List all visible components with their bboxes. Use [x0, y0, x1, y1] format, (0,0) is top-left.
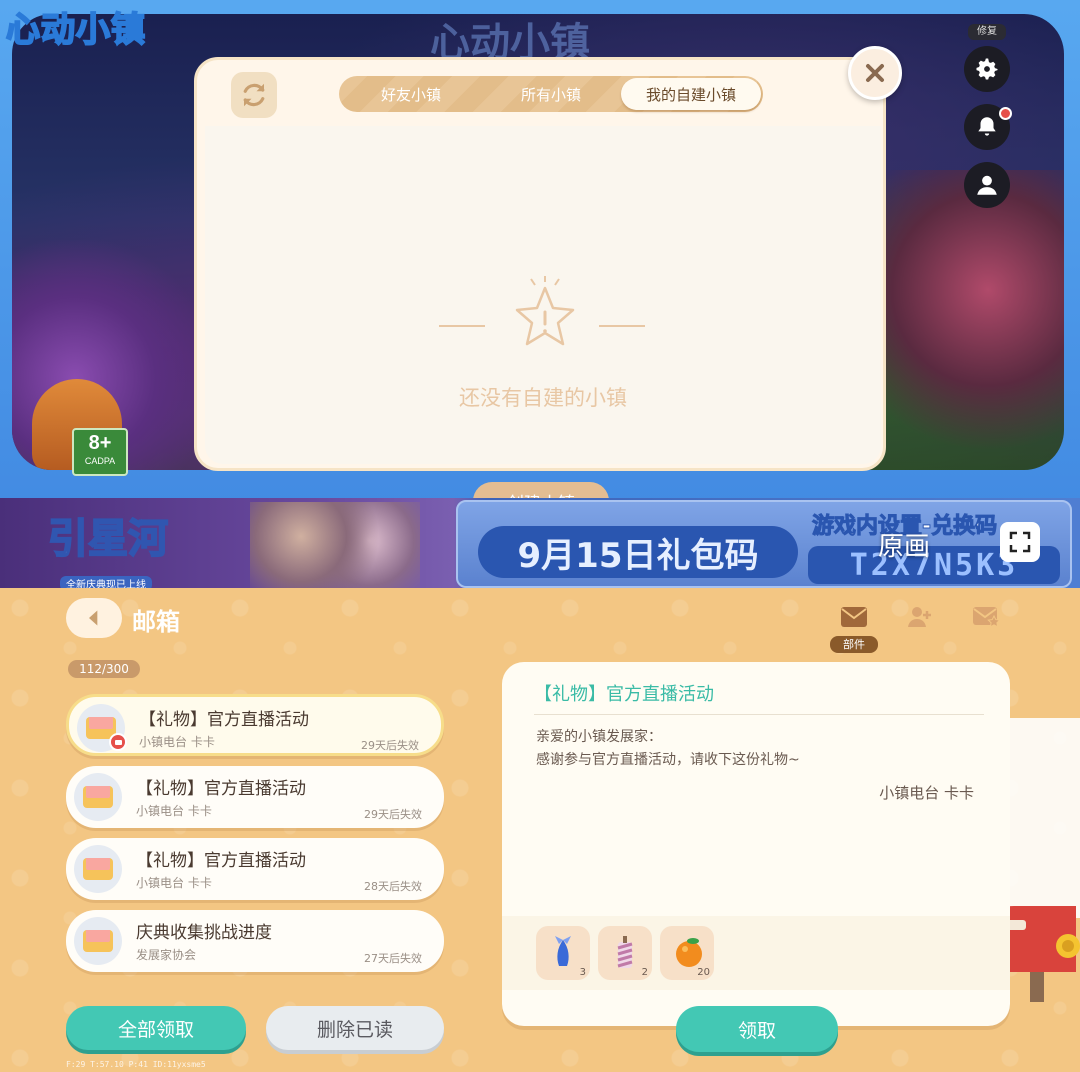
envelope-icon — [83, 858, 113, 880]
profile-button[interactable] — [964, 162, 1010, 208]
empty-star-icon — [439, 276, 645, 346]
mail-expiry: 28天后失效 — [364, 880, 422, 893]
settings-button[interactable] — [964, 46, 1010, 92]
mail-signature: 小镇电台 卡卡 — [879, 784, 974, 802]
tab-friends[interactable] — [900, 602, 940, 632]
flower-field-right — [874, 170, 1064, 470]
mail-subject: 【礼物】官方直播活动 — [139, 710, 309, 730]
mail-item[interactable]: 【礼物】官方直播活动 小镇电台 卡卡 29天后失效 — [66, 694, 444, 756]
divider — [534, 714, 984, 715]
reward-item[interactable]: 3 — [536, 926, 590, 980]
mail-subject: 【礼物】官方直播活动 — [136, 779, 306, 799]
claim-button[interactable]: 领取 — [676, 1006, 838, 1052]
claim-all-button[interactable]: 全部领取 — [66, 1006, 246, 1050]
reward-item[interactable]: 2 — [598, 926, 652, 980]
banner-logo: 引星河 — [47, 514, 169, 563]
reward-qty: 3 — [579, 967, 586, 978]
user-icon — [977, 175, 997, 195]
mail-item[interactable]: 【礼物】官方直播活动 小镇电台 卡卡 29天后失效 — [66, 766, 444, 828]
tab-all-towns[interactable]: 所有小镇 — [481, 78, 621, 110]
mail-item[interactable]: 庆典收集挑战进度 发展家协会 27天后失效 — [66, 910, 444, 972]
back-button[interactable] — [66, 598, 122, 638]
firework-icon — [617, 936, 633, 968]
town-panel: 好友小镇 所有小镇 我的自建小镇 还没有自建的小镇 创建小镇 — [194, 57, 886, 520]
mail-expiry: 29天后失效 — [361, 739, 419, 752]
page-title: 邮箱 — [132, 608, 180, 636]
envelope-icon — [83, 786, 113, 808]
delete-read-button[interactable]: 删除已读 — [266, 1006, 444, 1050]
tab-mail-label: 部件 — [830, 636, 878, 653]
mail-detail-panel: 【礼物】官方直播活动 亲爱的小镇发展家： 感谢参与官方直播活动，请收下这份礼物~… — [502, 662, 1010, 1026]
mail-avatar — [74, 917, 122, 965]
mail-expiry: 27天后失效 — [364, 952, 422, 965]
orange-icon — [676, 938, 702, 967]
tab-my-towns[interactable]: 我的自建小镇 — [621, 78, 761, 110]
mail-item[interactable]: 【礼物】官方直播活动 小镇电台 卡卡 28天后失效 — [66, 838, 444, 900]
close-button[interactable] — [848, 46, 902, 100]
mail-expiry: 29天后失效 — [364, 808, 422, 821]
gift-code-card: 9月15日礼包码 游戏内设置-兑换码 T2X7N5K3 — [456, 500, 1072, 588]
gift-code-date: 9月15日礼包码 — [478, 526, 798, 578]
reward-item[interactable]: 20 — [660, 926, 714, 980]
expand-icon — [1009, 531, 1031, 553]
arrow-left-icon — [89, 610, 98, 626]
mailbox-screen: 邮箱 112/300 部件 【礼物】官方直播活动 小镇电台 卡卡 29天后失效 — [0, 588, 1080, 1072]
gear-icon — [976, 58, 998, 80]
tab-friend-towns[interactable]: 好友小镇 — [341, 78, 481, 110]
game-screen: 心动小镇 心动小镇 8+ CADPA 修复 好友小镇 所有小镇 我的自建小镇 还… — [0, 0, 1080, 590]
town-list-area: 还没有自建的小镇 创建小镇 — [205, 126, 881, 520]
close-icon — [866, 64, 884, 82]
mail-avatar — [74, 845, 122, 893]
repair-button[interactable]: 修复 — [968, 24, 1006, 40]
game-logo: 心动小镇 — [5, 9, 146, 51]
mail-detail-body: 亲爱的小镇发展家： 感谢参与官方直播活动，请收下这份礼物~ — [536, 726, 800, 772]
town-tab-bar: 好友小镇 所有小镇 我的自建小镇 — [339, 76, 763, 112]
refresh-button[interactable] — [231, 72, 277, 118]
age-rating-badge: 8+ CADPA — [72, 428, 128, 476]
tab-mail[interactable] — [834, 602, 874, 632]
expand-button[interactable] — [1000, 522, 1040, 562]
notification-dot — [999, 107, 1012, 120]
original-image-label: 原画 — [878, 532, 931, 562]
envelope-icon — [841, 607, 867, 627]
reward-qty: 2 — [641, 967, 648, 978]
envelope-icon — [83, 930, 113, 952]
debug-info: F:29 T:57.10 P:41 ID:11yxsme5 — [66, 1060, 206, 1069]
mail-sender: 小镇电台 卡卡 — [136, 804, 212, 818]
age-rating: 8+ — [88, 432, 112, 454]
rating-org: CADPA — [84, 456, 116, 466]
mail-sender: 小镇电台 卡卡 — [136, 876, 212, 890]
add-friend-icon — [908, 607, 931, 627]
mail-sender: 小镇电台 卡卡 — [139, 735, 215, 749]
mail-count: 112/300 — [68, 660, 140, 678]
refresh-icon — [243, 83, 265, 107]
mail-subject: 【礼物】官方直播活动 — [136, 851, 306, 871]
lock-icon — [109, 733, 127, 751]
tab-starred[interactable] — [966, 602, 1006, 632]
mail-greeting: 亲爱的小镇发展家： — [536, 729, 662, 745]
reward-list: 3 2 20 — [502, 916, 1010, 990]
mail-subject: 庆典收集挑战进度 — [136, 923, 272, 943]
mail-detail-title: 【礼物】官方直播活动 — [534, 684, 714, 705]
mail-message: 感谢参与官方直播活动，请收下这份礼物~ — [536, 752, 800, 768]
reward-qty: 20 — [697, 967, 710, 978]
banner-characters — [250, 502, 420, 588]
bell-icon — [978, 117, 996, 136]
mermaid-tail-icon — [555, 936, 571, 966]
mail-avatar — [74, 773, 122, 821]
decorative-envelope — [1000, 718, 1080, 918]
starred-mail-icon — [973, 607, 1000, 628]
mail-sender: 发展家协会 — [136, 948, 197, 962]
empty-message: 还没有自建的小镇 — [459, 386, 627, 410]
